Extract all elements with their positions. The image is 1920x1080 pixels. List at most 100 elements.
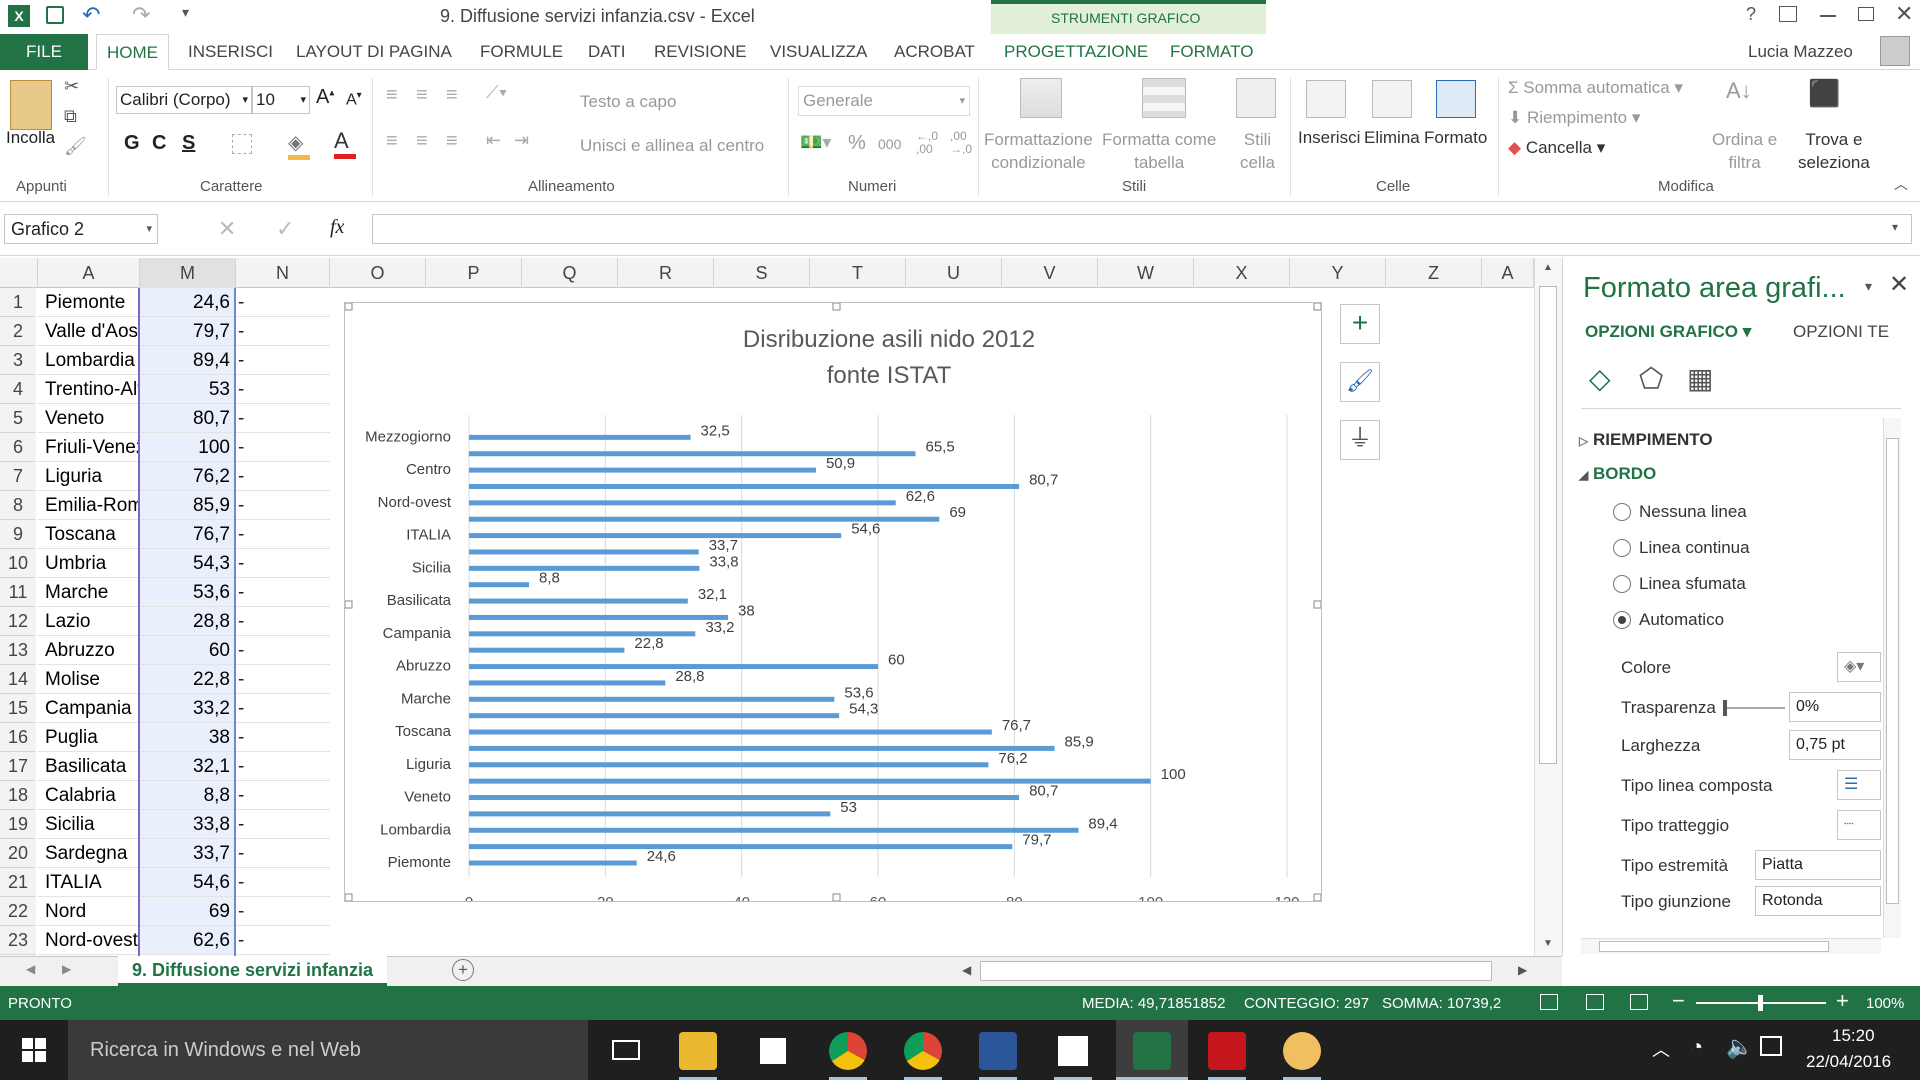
radio-gradient-line[interactable]: [1613, 575, 1631, 593]
cell-a[interactable]: Liguria: [38, 462, 140, 491]
radio-automatic[interactable]: [1613, 611, 1631, 629]
column-header-v[interactable]: V: [1002, 258, 1098, 288]
zoom-in-icon[interactable]: +: [1836, 988, 1849, 1014]
cell-a[interactable]: Nord-ovest: [38, 926, 140, 955]
copy-icon[interactable]: ⧉: [64, 106, 77, 127]
thousands-button[interactable]: 000: [878, 136, 901, 152]
cell-n[interactable]: -: [236, 926, 330, 955]
font-size-select[interactable]: 10 ▾: [252, 86, 310, 114]
page-break-view-icon[interactable]: [1630, 994, 1648, 1010]
cell-n[interactable]: -: [236, 868, 330, 897]
task-view-icon[interactable]: [612, 1040, 640, 1060]
pane-options-dropdown-icon[interactable]: ▾: [1865, 278, 1872, 295]
start-windows-icon[interactable]: [22, 1038, 46, 1062]
orientation-icon[interactable]: ⟋▾: [486, 82, 507, 103]
format-table-button[interactable]: Formatta come tabella: [1102, 128, 1216, 174]
notifications-icon[interactable]: [1760, 1036, 1782, 1056]
fill-button[interactable]: ⬇ Riempimento ▾: [1508, 108, 1640, 128]
hscroll-right-icon[interactable]: ▶: [1518, 963, 1527, 977]
font-color-icon[interactable]: A: [334, 128, 356, 159]
tab-visualizza[interactable]: VISUALIZZA: [760, 34, 877, 70]
zoom-slider[interactable]: [1696, 995, 1826, 1011]
cell-n[interactable]: -: [236, 549, 330, 578]
row-header[interactable]: 5: [0, 404, 36, 433]
acrobat-icon[interactable]: [1208, 1032, 1246, 1070]
radio-solid-line[interactable]: [1613, 539, 1631, 557]
row-header[interactable]: 14: [0, 665, 36, 694]
bold-button[interactable]: G: [124, 132, 140, 155]
cell-n[interactable]: -: [236, 897, 330, 926]
align-right-icon[interactable]: ≡: [446, 130, 458, 153]
cell-n[interactable]: -: [236, 578, 330, 607]
transparency-slider[interactable]: [1723, 700, 1785, 716]
underline-button[interactable]: S: [182, 132, 195, 155]
row-header[interactable]: 21: [0, 868, 36, 897]
cancel-formula-icon[interactable]: ✕: [218, 216, 236, 242]
merge-center-button[interactable]: Unisci e allinea al centro: [580, 136, 764, 156]
font-shrink-icon[interactable]: A▾: [346, 90, 362, 109]
fill-line-icon[interactable]: ◇: [1589, 362, 1611, 395]
cell-n[interactable]: -: [236, 810, 330, 839]
hscroll-left-icon[interactable]: ◀: [962, 963, 971, 977]
column-header-s[interactable]: S: [714, 258, 810, 288]
row-header[interactable]: 1: [0, 288, 36, 317]
insert-cells-button[interactable]: Inserisci: [1298, 128, 1360, 148]
indent-increase-icon[interactable]: ⇥: [514, 130, 529, 151]
cell-a[interactable]: Piemonte: [38, 288, 140, 317]
name-box[interactable]: Grafico 2 ▾: [4, 214, 158, 244]
page-layout-view-icon[interactable]: [1586, 994, 1604, 1010]
join-type-select[interactable]: Rotonda: [1755, 886, 1881, 916]
align-top-icon[interactable]: ≡: [386, 84, 398, 107]
cell-n[interactable]: -: [236, 520, 330, 549]
cell-n[interactable]: -: [236, 607, 330, 636]
font-name-select[interactable]: Calibri (Corpo) ▾: [116, 86, 252, 114]
format-table-icon[interactable]: [1142, 78, 1186, 118]
align-left-icon[interactable]: ≡: [386, 130, 398, 153]
cell-n[interactable]: -: [236, 288, 330, 317]
percent-button[interactable]: %: [848, 132, 866, 155]
user-name[interactable]: Lucia Mazzeo: [1748, 42, 1853, 62]
column-header-u[interactable]: U: [906, 258, 1002, 288]
cell-a[interactable]: Emilia-Romagna: [38, 491, 140, 520]
chart-elements-button[interactable]: +: [1340, 304, 1380, 344]
italic-button[interactable]: C: [152, 132, 166, 155]
row-header[interactable]: 17: [0, 752, 36, 781]
clock-date[interactable]: 22/04/2016: [1806, 1052, 1891, 1072]
chrome-icon[interactable]: [829, 1032, 867, 1070]
borders-icon[interactable]: [232, 134, 252, 154]
tab-progettazione[interactable]: PROGETTAZIONE: [994, 34, 1158, 70]
column-header-y[interactable]: Y: [1290, 258, 1386, 288]
sheet-next-icon[interactable]: ▶: [62, 962, 71, 976]
tab-formule[interactable]: FORMULE: [470, 34, 573, 70]
help-icon[interactable]: ?: [1746, 4, 1756, 25]
effects-icon[interactable]: ⬠: [1639, 362, 1663, 395]
customize-toolbar-icon[interactable]: ▾: [182, 4, 189, 21]
pane-hscrollbar[interactable]: [1581, 938, 1881, 954]
cell-n[interactable]: -: [236, 317, 330, 346]
volume-icon[interactable]: 🔈: [1726, 1034, 1753, 1060]
cell-a[interactable]: Marche: [38, 578, 140, 607]
normal-view-icon[interactable]: [1540, 994, 1558, 1010]
row-header[interactable]: 4: [0, 375, 36, 404]
font-grow-icon[interactable]: A▴: [316, 86, 334, 109]
cell-n[interactable]: -: [236, 665, 330, 694]
cell-n[interactable]: -: [236, 781, 330, 810]
radio-no-line[interactable]: [1613, 503, 1631, 521]
conditional-format-icon[interactable]: [1020, 78, 1062, 118]
cell-styles-button[interactable]: Stili cella: [1240, 128, 1275, 174]
find-select-icon[interactable]: ⬛: [1808, 78, 1840, 109]
undo-icon[interactable]: ↶: [82, 2, 100, 28]
transparency-input[interactable]: 0%: [1789, 692, 1881, 722]
column-header-r[interactable]: R: [618, 258, 714, 288]
column-header-p[interactable]: P: [426, 258, 522, 288]
scroll-thumb[interactable]: [1539, 286, 1557, 764]
row-header[interactable]: 3: [0, 346, 36, 375]
cell-a[interactable]: Abruzzo: [38, 636, 140, 665]
cell-a[interactable]: Basilicata: [38, 752, 140, 781]
column-header-m[interactable]: M: [140, 258, 236, 288]
cell-a[interactable]: Toscana: [38, 520, 140, 549]
scroll-up-icon[interactable]: ▲: [1543, 262, 1553, 273]
row-header[interactable]: 20: [0, 839, 36, 868]
decrease-decimal-button[interactable]: ,00 →,0: [950, 130, 972, 156]
align-middle-icon[interactable]: ≡: [416, 84, 428, 107]
